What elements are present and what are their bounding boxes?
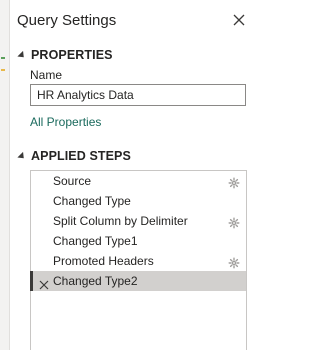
- panel-title: Query Settings: [17, 12, 117, 29]
- applied-steps-list: Source Changed Type Split Column by Deli…: [30, 170, 247, 350]
- gear-icon[interactable]: [228, 215, 240, 229]
- all-properties-link[interactable]: All Properties: [30, 115, 101, 129]
- applied-steps-header-label: APPLIED STEPS: [31, 149, 131, 163]
- step-promoted-headers[interactable]: Promoted Headers: [31, 251, 246, 271]
- delete-step-icon[interactable]: [39, 276, 49, 290]
- gear-icon[interactable]: [228, 175, 240, 189]
- step-label: Source: [53, 174, 92, 188]
- step-changed-type1[interactable]: Changed Type1: [31, 231, 246, 251]
- selected-step-indicator: [30, 271, 33, 291]
- left-pane-marker-green: [1, 57, 5, 59]
- close-icon[interactable]: [229, 10, 249, 30]
- query-name-input[interactable]: [30, 84, 246, 106]
- name-label: Name: [30, 68, 63, 82]
- step-label: Changed Type2: [53, 274, 138, 288]
- step-changed-type2[interactable]: Changed Type2: [30, 271, 246, 291]
- applied-steps-section-header[interactable]: APPLIED STEPS: [17, 149, 131, 163]
- step-split-column-by-delimiter[interactable]: Split Column by Delimiter: [31, 211, 246, 231]
- step-changed-type[interactable]: Changed Type: [31, 191, 246, 211]
- properties-header-label: PROPERTIES: [31, 48, 113, 62]
- step-source[interactable]: Source: [31, 171, 246, 191]
- properties-section-header[interactable]: PROPERTIES: [17, 48, 113, 62]
- left-pane-edge: [0, 0, 10, 350]
- step-label: Changed Type: [53, 194, 131, 208]
- step-label: Changed Type1: [53, 234, 138, 248]
- step-label: Split Column by Delimiter: [53, 214, 188, 228]
- step-label: Promoted Headers: [53, 254, 154, 268]
- collapse-triangle-icon: [17, 151, 27, 161]
- gear-icon[interactable]: [228, 255, 240, 269]
- collapse-triangle-icon: [17, 50, 27, 60]
- query-settings-panel: Query Settings PROPERTIES Name All Prope…: [10, 0, 261, 350]
- left-pane-marker-yellow: [1, 69, 5, 71]
